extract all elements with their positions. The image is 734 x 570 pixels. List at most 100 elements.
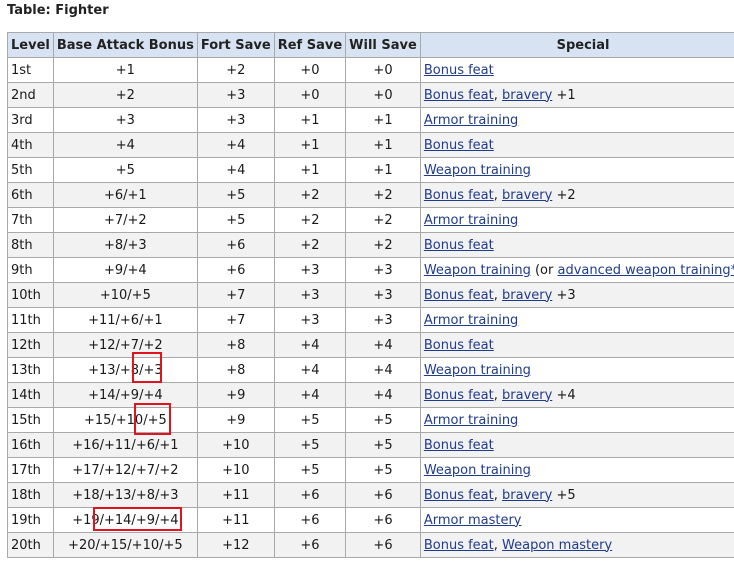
fort-save-cell: +4 — [196, 132, 275, 158]
special-text: , — [493, 187, 503, 203]
ref-save-cell: +0 — [273, 57, 347, 83]
ref-save-cell: +5 — [273, 432, 347, 458]
fort-save-cell: +11 — [196, 507, 275, 533]
ref-save-cell: +6 — [273, 532, 347, 558]
table-row: 16th +16/+11/+6/+1 +10 +5 +5 Bonus feat — [7, 432, 734, 458]
will-save-cell: +2 — [345, 232, 421, 258]
ref-save-cell: +1 — [273, 157, 347, 183]
level-cell: 6th — [7, 182, 54, 208]
special-link[interactable]: advanced weapon training — [557, 263, 730, 278]
header-special: Special — [419, 32, 734, 58]
ref-save-cell: +6 — [273, 507, 347, 533]
table-row: 13th +13/+8/+3 +8 +4 +4 Weapon training — [7, 357, 734, 383]
base-attack-bonus-cell: +5 — [52, 157, 198, 183]
will-save-cell: +6 — [345, 507, 421, 533]
fort-save-cell: +7 — [196, 307, 275, 333]
level-cell: 16th — [7, 432, 54, 458]
level-cell: 15th — [7, 407, 54, 433]
special-cell: Bonus feat — [419, 232, 734, 258]
special-link[interactable]: Armor training — [424, 213, 518, 228]
special-link[interactable]: Weapon training — [424, 163, 531, 178]
special-link[interactable]: bravery — [502, 388, 552, 403]
special-link[interactable]: Armor training — [424, 113, 518, 128]
fort-save-cell: +6 — [196, 257, 275, 283]
level-cell: 5th — [7, 157, 54, 183]
will-save-cell: +4 — [345, 332, 421, 358]
base-attack-bonus-cell: +11/+6/+1 — [52, 307, 198, 333]
base-attack-bonus-cell: +1 — [52, 57, 198, 83]
ref-save-cell: +4 — [273, 357, 347, 383]
ref-save-cell: +3 — [273, 282, 347, 308]
fort-save-cell: +6 — [196, 232, 275, 258]
will-save-cell: +6 — [345, 482, 421, 508]
special-text: +4 — [552, 387, 576, 403]
special-link[interactable]: Bonus feat — [424, 438, 494, 453]
special-link[interactable]: Weapon training — [424, 463, 531, 478]
special-link[interactable]: Weapon training — [424, 363, 531, 378]
special-link[interactable]: Bonus feat — [424, 88, 494, 103]
special-link[interactable]: bravery — [502, 88, 552, 103]
base-attack-bonus-cell: +10/+5 — [52, 282, 198, 308]
fort-save-cell: +9 — [196, 382, 275, 408]
special-cell: Bonus feat — [419, 132, 734, 158]
special-cell: Bonus feat, bravery +4 — [419, 382, 734, 408]
special-link[interactable]: bravery — [502, 288, 552, 303]
table-row: 17th +17/+12/+7/+2 +10 +5 +5 Weapon training — [7, 457, 734, 483]
will-save-cell: +2 — [345, 182, 421, 208]
special-link[interactable]: Bonus feat — [424, 288, 494, 303]
table-row: 6th +6/+1 +5 +2 +2 Bonus feat, bravery +2 — [7, 182, 734, 208]
special-cell: Bonus feat, bravery +1 — [419, 82, 734, 108]
fort-save-cell: +2 — [196, 57, 275, 83]
fort-save-cell: +8 — [196, 357, 275, 383]
table-row: 18th +18/+13/+8/+3 +11 +6 +6 Bonus feat, brav… — [7, 482, 734, 508]
special-cell: Weapon training (or advanced weapon trai… — [419, 257, 734, 283]
base-attack-bonus-cell: +19/+14/+9/+4 — [52, 507, 198, 533]
special-link[interactable]: Armor training — [424, 413, 518, 428]
will-save-cell: +6 — [345, 532, 421, 558]
fort-save-cell: +3 — [196, 82, 275, 108]
table-row: 1st +1 +2 +0 +0 Bonus feat — [7, 57, 734, 83]
level-cell: 1st — [7, 57, 54, 83]
level-cell: 19th — [7, 507, 54, 533]
table-row: 14th +14/+9/+4 +9 +4 +4 Bonus feat, bravery +… — [7, 382, 734, 408]
ref-save-cell: +5 — [273, 407, 347, 433]
special-link[interactable]: Bonus feat — [424, 538, 494, 553]
will-save-cell: +5 — [345, 432, 421, 458]
special-link[interactable]: Armor mastery — [424, 513, 522, 528]
level-cell: 13th — [7, 357, 54, 383]
base-attack-bonus-cell: +9/+4 — [52, 257, 198, 283]
special-link[interactable]: Weapon training — [424, 263, 531, 278]
will-save-cell: +1 — [345, 157, 421, 183]
special-cell: Weapon training — [419, 157, 734, 183]
fort-save-cell: +9 — [196, 407, 275, 433]
special-link[interactable]: Bonus feat — [424, 188, 494, 203]
base-attack-bonus-cell: +2 — [52, 82, 198, 108]
special-link[interactable]: Bonus feat — [424, 63, 494, 78]
base-attack-bonus-cell: +14/+9/+4 — [52, 382, 198, 408]
will-save-cell: +3 — [345, 282, 421, 308]
special-link[interactable]: Bonus feat — [424, 138, 494, 153]
special-cell: Bonus feat — [419, 332, 734, 358]
special-cell: Armor training — [419, 207, 734, 233]
table-row: 9th +9/+4 +6 +3 +3 Weapon training (or advanc… — [7, 257, 734, 283]
special-link[interactable]: Bonus feat — [424, 238, 494, 253]
ref-save-cell: +2 — [273, 207, 347, 233]
special-link[interactable]: bravery — [502, 188, 552, 203]
table-row: 15th +15/+10/+5 +9 +5 +5 Armor training — [7, 407, 734, 433]
special-link[interactable]: bravery — [502, 488, 552, 503]
special-link[interactable]: Weapon mastery — [502, 538, 612, 553]
ref-save-cell: +4 — [273, 332, 347, 358]
special-link[interactable]: Bonus feat — [424, 388, 494, 403]
special-link[interactable]: Bonus feat — [424, 338, 494, 353]
special-link[interactable]: Armor training — [424, 313, 518, 328]
level-cell: 11th — [7, 307, 54, 333]
level-cell: 7th — [7, 207, 54, 233]
special-cell: Armor training — [419, 407, 734, 433]
table-row: 8th +8/+3 +6 +2 +2 Bonus feat — [7, 232, 734, 258]
special-link[interactable]: Bonus feat — [424, 488, 494, 503]
fighter-table: Level Base Attack Bonus Fort Save Ref Sa… — [7, 32, 734, 558]
level-cell: 20th — [7, 532, 54, 558]
ref-save-cell: +2 — [273, 232, 347, 258]
header-base-attack-bonus: Base Attack Bonus — [52, 32, 198, 58]
level-cell: 17th — [7, 457, 54, 483]
